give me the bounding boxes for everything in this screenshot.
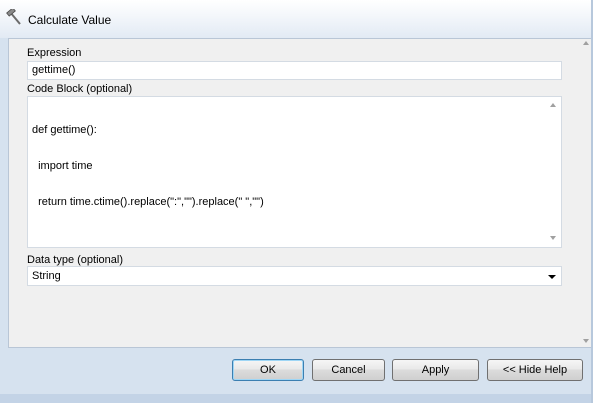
panel-scrollbar[interactable] <box>581 39 591 347</box>
ok-button[interactable]: OK <box>232 359 304 381</box>
code-block-text: def gettime(): import time return time.c… <box>32 100 264 232</box>
tool-panel: Expression gettime() Code Block (optiona… <box>8 38 591 348</box>
window-bottom-border <box>0 394 593 403</box>
hammer-icon <box>6 7 24 27</box>
scroll-up-arrow-icon[interactable] <box>583 41 589 45</box>
code-line: return time.ctime().replace(":","").repl… <box>32 196 264 208</box>
apply-button[interactable]: Apply <box>392 359 479 381</box>
expression-label: Expression <box>27 47 82 59</box>
cancel-button[interactable]: Cancel <box>312 359 385 381</box>
hide-help-button[interactable]: << Hide Help <box>487 359 583 381</box>
scroll-up-arrow-icon[interactable] <box>550 103 556 107</box>
code-line: import time <box>32 160 93 172</box>
calculate-value-dialog: Calculate Value Expression gettime() Cod… <box>0 0 593 403</box>
data-type-label: Data type (optional) <box>27 254 123 266</box>
scroll-down-arrow-icon[interactable] <box>550 236 556 240</box>
title-bar: Calculate Value <box>0 0 593 38</box>
scroll-down-arrow-icon[interactable] <box>583 339 589 343</box>
data-type-select[interactable]: String <box>27 266 562 286</box>
data-type-value: String <box>32 270 61 282</box>
code-block-scrollbar[interactable] <box>545 97 561 247</box>
code-block-label: Code Block (optional) <box>27 83 133 95</box>
dropdown-arrow-icon[interactable] <box>548 275 556 279</box>
window-title: Calculate Value <box>28 13 112 27</box>
code-line: def gettime(): <box>32 124 97 136</box>
expression-input[interactable]: gettime() <box>27 61 562 80</box>
code-block-textarea[interactable]: def gettime(): import time return time.c… <box>27 96 562 248</box>
